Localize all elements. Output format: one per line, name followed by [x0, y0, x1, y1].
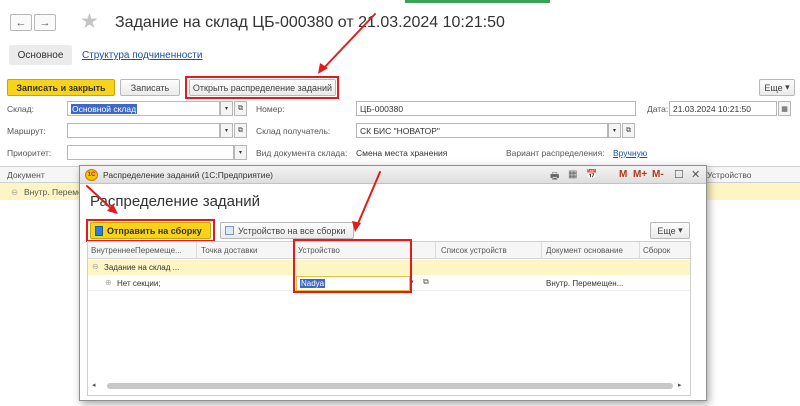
arrow-to-send-button: [86, 185, 114, 211]
arrowhead: [352, 221, 361, 232]
arrow-to-open-distribution: [321, 13, 376, 71]
arrow-to-device-column: [356, 171, 381, 227]
annotation-arrows: [86, 13, 381, 232]
